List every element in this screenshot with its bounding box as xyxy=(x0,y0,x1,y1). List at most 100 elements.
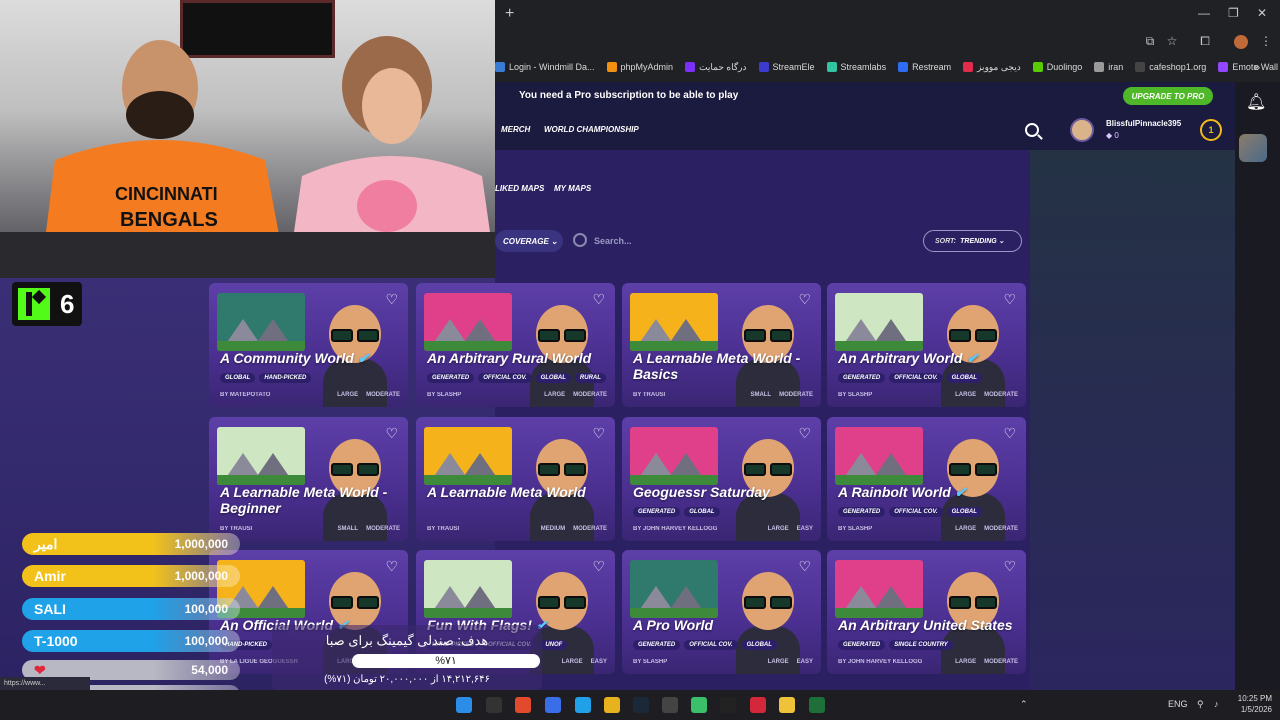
upgrade-to-pro-button[interactable]: UPGRADE TO PRO xyxy=(1123,87,1213,105)
bookmark-item[interactable]: iran xyxy=(1094,62,1123,72)
bookmark-item[interactable]: Streamlabs xyxy=(826,62,886,72)
clock-time: 10:25 PM xyxy=(1237,694,1272,703)
maximize-button[interactable]: ❐ xyxy=(1228,6,1239,20)
steam-icon[interactable] xyxy=(633,697,649,713)
username[interactable]: BlissfulPinnacle395 xyxy=(1106,119,1181,128)
map-size: SMALL xyxy=(337,526,359,532)
map-card[interactable]: ♡ A Learnable Meta World BY TRAUSI MEDIUM MO… xyxy=(416,417,615,541)
map-size: LARGE xyxy=(561,659,583,665)
start-button-icon[interactable] xyxy=(456,697,472,713)
minimize-button[interactable]: — xyxy=(1198,6,1210,20)
bookmark-favicon-icon xyxy=(1135,62,1146,72)
language-indicator[interactable]: ENG xyxy=(1168,699,1188,709)
tray-chevron-icon[interactable]: ⌃ xyxy=(1020,699,1028,710)
map-title-text: A Pro World xyxy=(633,617,714,633)
chrome-icon[interactable] xyxy=(604,697,620,713)
heart-icon[interactable]: ♡ xyxy=(798,558,811,575)
map-tag: OFFICIAL COV. xyxy=(889,373,943,383)
leaderboard-row: SALI 100,000 xyxy=(22,598,240,620)
app-icon[interactable] xyxy=(545,697,561,713)
bookmarks-bar: Login - Windmill Da... phpMyAdmin درگاه حم… xyxy=(495,58,1280,76)
bookmark-item[interactable]: Login - Windmill Da... xyxy=(495,62,595,72)
menu-kebab-icon[interactable]: ⋮ xyxy=(1259,34,1273,48)
coverage-filter[interactable]: COVERAGE ⌄ xyxy=(495,230,563,252)
map-difficulty: EASY xyxy=(796,659,813,665)
heart-icon[interactable]: ♡ xyxy=(385,425,398,442)
sidebar-thumbnail[interactable] xyxy=(1239,134,1267,162)
heart-icon[interactable]: ♡ xyxy=(798,291,811,308)
app-icon[interactable] xyxy=(691,697,707,713)
leaderboard-row: امیر 1,000,000 xyxy=(22,533,240,555)
bookmark-label: Restream xyxy=(912,62,952,72)
heart-icon[interactable]: ♡ xyxy=(798,425,811,442)
network-icon[interactable]: ⚲ xyxy=(1197,699,1204,710)
extensions-icon[interactable]: ⧠ xyxy=(1198,34,1212,48)
map-card[interactable]: ♡ An Arbitrary Rural World GENERATED OFFICI… xyxy=(416,283,615,407)
bookmark-star-icon[interactable]: ☆ xyxy=(1165,34,1179,48)
tab-liked-maps[interactable]: LIKED MAPS xyxy=(495,184,544,193)
map-meta: BY SLASHP LARGE EASY xyxy=(633,659,813,665)
map-size: LARGE xyxy=(337,392,359,398)
donor-name: Amir xyxy=(34,568,66,584)
cast-icon[interactable]: ⧉ xyxy=(1143,34,1157,48)
search-input[interactable]: Search... xyxy=(594,236,632,246)
sort-dropdown[interactable]: SORT: TRENDING ⌄ xyxy=(923,230,1022,252)
bookmark-item[interactable]: Restream xyxy=(898,62,951,72)
map-card[interactable]: ♡ An Arbitrary World ✔ GENERATED OFFICIAL C… xyxy=(827,283,1026,407)
bookmark-item[interactable]: cafeshop1.org xyxy=(1135,62,1206,72)
map-tag: GLOBAL xyxy=(741,640,777,650)
heart-icon[interactable]: ♡ xyxy=(385,558,398,575)
search-taskbar-icon[interactable] xyxy=(486,697,502,713)
map-author: BY SLASHP xyxy=(427,392,462,398)
search-icon[interactable] xyxy=(1025,123,1039,137)
clock[interactable]: 10:25 PM 1/5/2026 xyxy=(1228,693,1272,715)
more-bookmarks-button[interactable]: » xyxy=(1250,60,1264,74)
bookmark-item[interactable]: درگاه حمایت xyxy=(685,62,747,73)
app-icon[interactable] xyxy=(750,697,766,713)
heart-icon[interactable]: ♡ xyxy=(1003,425,1016,442)
heart-icon[interactable]: ♡ xyxy=(592,558,605,575)
profile-avatar[interactable] xyxy=(1234,35,1248,49)
viewer-count: 6 xyxy=(60,288,75,319)
avatar[interactable] xyxy=(1070,118,1094,142)
bookmark-item[interactable]: phpMyAdmin xyxy=(606,62,673,72)
obs-icon[interactable] xyxy=(662,697,678,713)
map-card[interactable]: ♡ A Learnable Meta World - Beginner BY TRA… xyxy=(209,417,408,541)
map-card[interactable]: ♡ An Arbitrary United States GENERATED SING… xyxy=(827,550,1026,674)
bookmark-item[interactable]: StreamEle xyxy=(758,62,815,72)
nav-merch[interactable]: MERCH xyxy=(501,125,530,134)
map-title: Geoguessr Saturday xyxy=(633,484,813,500)
new-tab-button[interactable]: + xyxy=(505,5,514,23)
verified-icon: ✔ xyxy=(353,350,370,366)
map-tag: OFFICIAL COV. xyxy=(478,373,532,383)
terminal-icon[interactable] xyxy=(720,697,736,713)
heart-icon[interactable]: ♡ xyxy=(385,291,398,308)
map-tag: SINGLE COUNTRY xyxy=(889,640,953,650)
volume-icon[interactable]: ♪ xyxy=(1214,699,1219,709)
bookmark-item[interactable]: دیجی مووبز xyxy=(963,62,1021,73)
heart-icon[interactable]: ♡ xyxy=(592,291,605,308)
tab-my-maps[interactable]: MY MAPS xyxy=(554,184,591,193)
bookmark-label: Duolingo xyxy=(1046,62,1083,72)
bookmark-item[interactable]: Duolingo xyxy=(1032,62,1083,72)
heart-icon[interactable]: ♡ xyxy=(1003,558,1016,575)
close-window-button[interactable]: ✕ xyxy=(1257,6,1267,20)
map-card[interactable]: ♡ Geoguessr Saturday GENERATED GLOBAL BY JOH… xyxy=(622,417,821,541)
donation-amount: 100,000 xyxy=(184,634,228,648)
telegram-icon[interactable] xyxy=(575,697,591,713)
map-thumbnail xyxy=(424,293,512,351)
map-card[interactable]: ♡ A Community World ✔ GLOBAL HAND-PICKED BY … xyxy=(209,283,408,407)
map-card[interactable]: ♡ A Rainbolt World ✔ GENERATED OFFICIAL COV… xyxy=(827,417,1026,541)
map-card[interactable]: ♡ A Learnable Meta World - Basics BY TRAUS… xyxy=(622,283,821,407)
file-explorer-icon[interactable] xyxy=(779,697,795,713)
app-icon[interactable] xyxy=(515,697,531,713)
map-tag: GENERATED xyxy=(633,640,681,650)
heart-icon[interactable]: ♡ xyxy=(1003,291,1016,308)
heart-icon[interactable]: ♡ xyxy=(592,425,605,442)
map-card[interactable]: ♡ A Pro World GENERATED OFFICIAL COV. GLOBAL… xyxy=(622,550,821,674)
bell-icon[interactable]: 🔔︎ xyxy=(1246,92,1266,112)
nav-world-championship[interactable]: WORLD CHAMPIONSHIP xyxy=(544,125,639,134)
map-title-text: A Learnable Meta World - Beginner xyxy=(220,484,388,516)
level-badge[interactable]: 1 xyxy=(1200,119,1222,141)
calculator-icon[interactable] xyxy=(809,697,825,713)
